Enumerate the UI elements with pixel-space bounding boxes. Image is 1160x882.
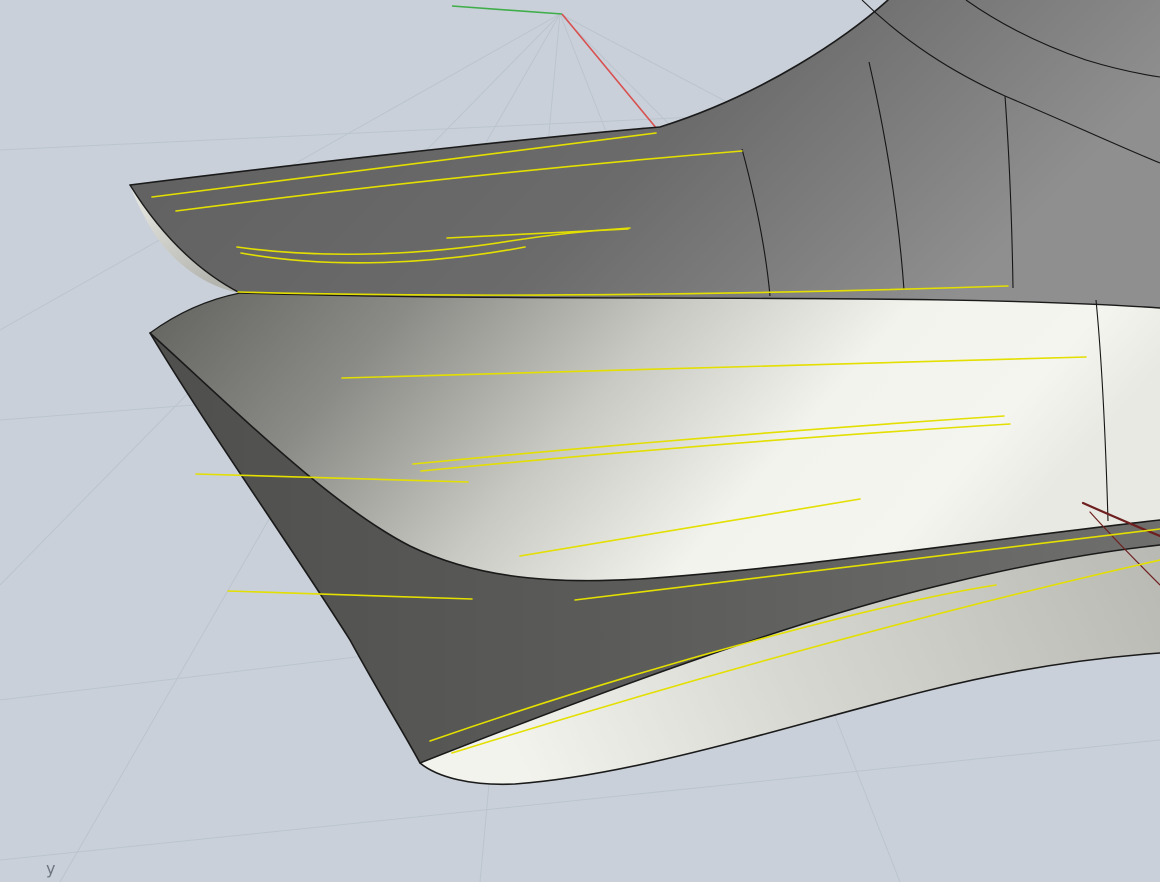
axis-gizmo-y-label: y [46, 859, 55, 878]
viewport-canvas[interactable]: y [0, 0, 1160, 882]
viewport-svg[interactable]: y [0, 0, 1160, 882]
